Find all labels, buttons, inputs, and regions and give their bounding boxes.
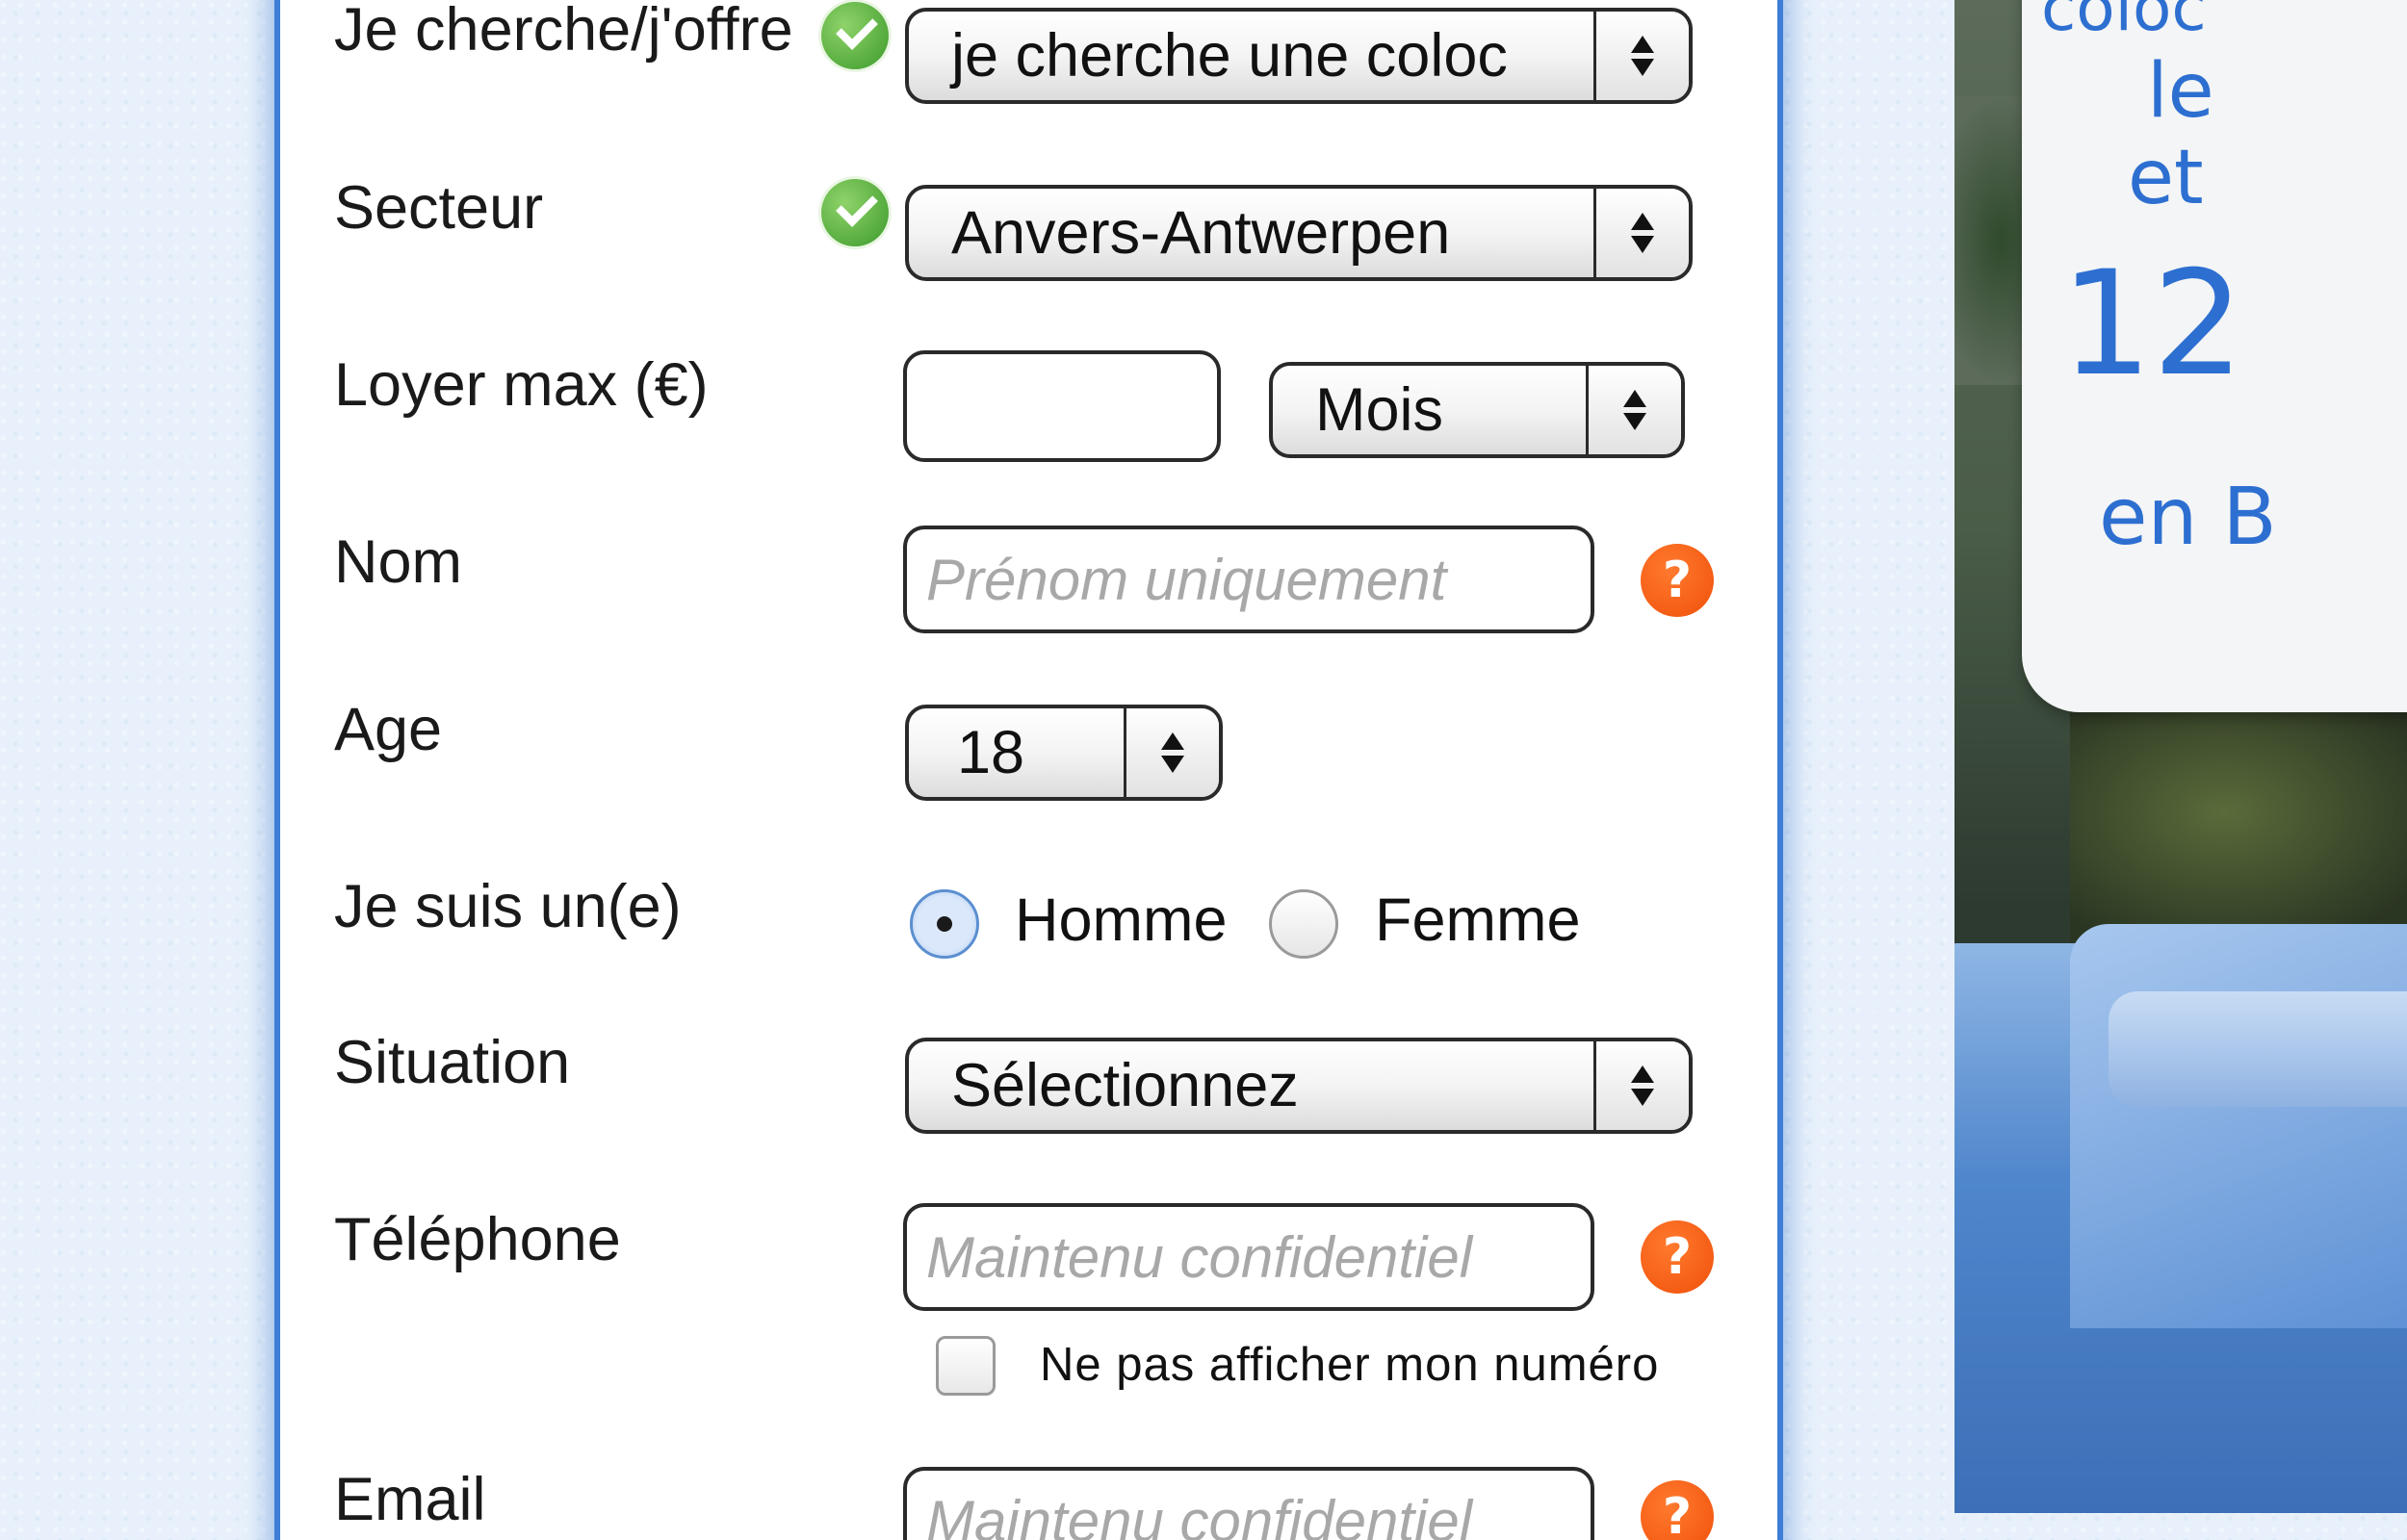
situation-label: Situation [334, 1029, 571, 1096]
sector-select[interactable]: Anvers-Antwerpen [905, 185, 1693, 281]
gender-male-radio[interactable] [910, 889, 979, 959]
promo-sofa-back [2070, 924, 2407, 1328]
name-help-icon[interactable]: ? [1641, 544, 1714, 617]
sector-label: Secteur [334, 174, 544, 242]
select-arrows-icon [1586, 366, 1681, 454]
select-arrows-icon [1124, 708, 1219, 797]
gender-female-label[interactable]: Femme [1375, 886, 1581, 955]
select-arrows-icon [1593, 12, 1689, 100]
seek-offer-select[interactable]: je cherche une coloc [905, 8, 1693, 104]
promo-line-2: le [2147, 48, 2214, 135]
rent-period-select[interactable]: Mois [1269, 362, 1685, 458]
situation-value: Sélectionnez [951, 1052, 1299, 1119]
select-arrows-icon [1593, 189, 1689, 277]
gender-male-label[interactable]: Homme [1015, 886, 1228, 955]
promo-line-5: en B [2099, 472, 2277, 563]
email-label: Email [334, 1466, 486, 1533]
gender-female-radio[interactable] [1269, 889, 1338, 959]
age-label: Age [334, 696, 443, 763]
name-input[interactable] [903, 526, 1594, 633]
promo-sign: coloc le et 12 en B [2022, 0, 2407, 712]
email-input[interactable] [903, 1467, 1594, 1540]
rent-input[interactable] [903, 350, 1221, 462]
rent-label: Loyer max (€) [334, 351, 709, 419]
age-value: 18 [957, 719, 1025, 786]
promo-pillow [2109, 991, 2407, 1107]
rent-period-value: Mois [1315, 376, 1444, 444]
name-label: Nom [334, 528, 463, 596]
hide-number-label[interactable]: Ne pas afficher mon numéro [1040, 1338, 1659, 1392]
promo-line-4: 12 [2060, 241, 2244, 408]
situation-select[interactable]: Sélectionnez [905, 1038, 1693, 1134]
select-arrows-icon [1593, 1041, 1689, 1130]
promo-image: coloc le et 12 en B [1954, 0, 2407, 1513]
sector-valid-check-icon [821, 179, 889, 246]
hide-number-checkbox[interactable] [936, 1336, 996, 1396]
seek-offer-value: je cherche une coloc [951, 22, 1508, 90]
promo-line-3: et [2128, 135, 2204, 221]
age-select[interactable]: 18 [905, 705, 1223, 801]
phone-help-icon[interactable]: ? [1641, 1220, 1714, 1294]
phone-label: Téléphone [334, 1206, 621, 1273]
seek-offer-label: Je cherche/j'offre [334, 0, 793, 64]
seek-offer-valid-check-icon [821, 2, 889, 69]
phone-input[interactable] [903, 1203, 1594, 1311]
sector-value: Anvers-Antwerpen [951, 199, 1451, 267]
gender-label: Je suis un(e) [334, 873, 682, 940]
promo-line-1: coloc [2041, 0, 2207, 45]
